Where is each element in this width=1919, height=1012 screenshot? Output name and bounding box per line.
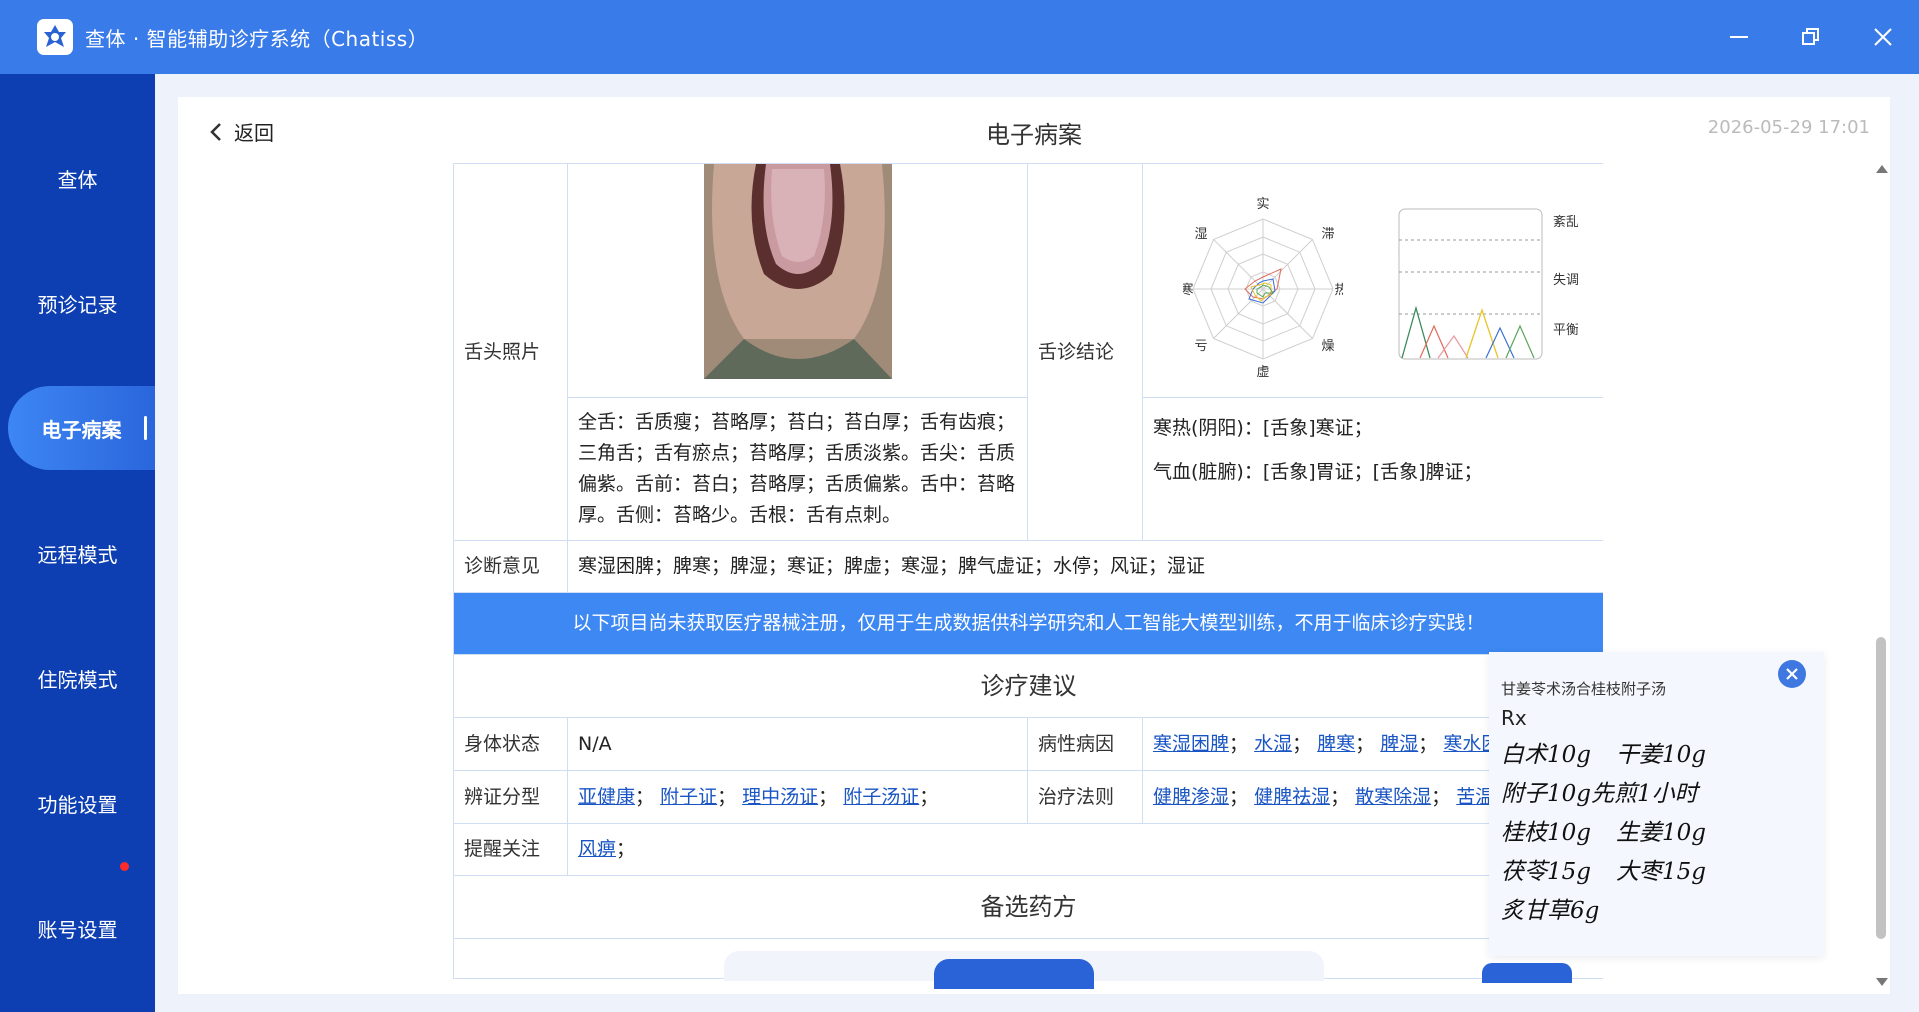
restore-button[interactable]	[1775, 0, 1847, 74]
minimize-icon	[1730, 36, 1748, 38]
herb-item: 附子10g先煎1小时	[1501, 781, 1698, 807]
scroll-up-arrow-icon[interactable]	[1876, 165, 1888, 173]
close-icon	[1786, 668, 1798, 680]
etiology-link[interactable]: 寒湿困脾	[1153, 733, 1229, 755]
regulatory-notice: 以下项目尚未获取医疗器械注册，仅用于生成数据供科学研究和人工智能大模型训练，不用…	[453, 592, 1603, 655]
etiology-link[interactable]: 脾湿	[1380, 733, 1418, 755]
herb-item: 桂枝10g	[1501, 820, 1591, 846]
herb-item: 炙甘草6g	[1501, 898, 1600, 924]
syndrome-link[interactable]: 附子证	[660, 786, 717, 808]
radar-label-re: 热	[1334, 283, 1343, 298]
syndrome-link[interactable]: 附子汤证	[843, 786, 919, 808]
body-state-value: N/A	[567, 717, 1028, 771]
minimize-button[interactable]	[1703, 0, 1775, 74]
radar-label-zhi: 滞	[1321, 227, 1334, 242]
sidebar-item-emr[interactable]: 电子病案	[8, 386, 155, 470]
panel-header: 返回 电子病案 2026-05-29 17:01	[178, 97, 1890, 163]
close-icon	[1874, 28, 1892, 46]
trend-label-disorder: 紊乱	[1553, 214, 1578, 230]
sidebar-item-inpatient[interactable]: 住院模式	[0, 636, 155, 720]
close-window-button[interactable]	[1847, 0, 1919, 74]
alt-prescription-tab-active[interactable]	[934, 959, 1094, 989]
herb-list: 白术10g 干姜10g 附子10g先煎1小时 桂枝10g 生姜10g 茯苓15g 大枣…	[1501, 736, 1706, 931]
title-bar: 查体 · 智能辅助诊疗系统（Chatiss）	[0, 0, 1919, 74]
scroll-down-arrow-icon[interactable]	[1876, 978, 1888, 986]
herb-item: 白术10g	[1501, 742, 1591, 768]
syndrome-link[interactable]: 理中汤证	[742, 786, 818, 808]
etiology-label: 病性病因	[1027, 717, 1143, 771]
alt-prescription-title: 备选药方	[453, 875, 1603, 939]
herb-item: 生姜10g	[1616, 820, 1706, 846]
therapy-link[interactable]: 健脾祛湿	[1254, 786, 1330, 808]
restore-icon	[1802, 28, 1819, 45]
alt-prescription-tab-more[interactable]	[1482, 963, 1572, 983]
radar-label-kui: 亏	[1194, 339, 1207, 354]
conclusion-qi-blood: 气血(脏腑)：[舌象]胃证；[舌象]脾证；	[1153, 461, 1483, 483]
radar-label-zao: 燥	[1321, 339, 1334, 354]
notification-dot	[120, 862, 129, 871]
syndrome-link[interactable]: 亚健康	[578, 786, 635, 808]
tongue-charts-cell: 实 滞 热 燥 虚 亏 寒 湿 紊乱 失调 平衡	[1142, 163, 1603, 398]
scrollbar[interactable]	[1872, 157, 1890, 994]
syndrome-label: 辨证分型	[453, 770, 568, 824]
tongue-conclusion: 寒热(阴阳)：[舌象]寒证； 气血(脏腑)：[舌象]胃证；[舌象]脾证；	[1142, 397, 1603, 541]
rx-label: Rx	[1501, 706, 1527, 730]
syndrome-links: 亚健康； 附子证； 理中汤证； 附子汤证；	[567, 770, 1028, 824]
sidebar-item-checkup[interactable]: 查体	[0, 136, 155, 220]
emr-content: 舌头照片 舌诊结论 实 滞 热 燥 虚 亏 寒 湿 紊乱 失调 平衡 全舌：舌质…	[453, 163, 1603, 994]
radar-label-han: 寒	[1183, 282, 1194, 298]
tongue-photo-label: 舌头照片	[453, 163, 568, 541]
etiology-link[interactable]: 水湿	[1254, 733, 1292, 755]
scroll-thumb[interactable]	[1876, 637, 1886, 939]
tongue-photo	[703, 164, 892, 379]
therapy-link[interactable]: 散寒除湿	[1355, 786, 1431, 808]
sidebar-item-settings[interactable]: 功能设置	[0, 761, 155, 845]
therapy-link[interactable]: 健脾渗湿	[1153, 786, 1229, 808]
radar-label-shi-damp: 湿	[1194, 227, 1207, 242]
page-title: 电子病案	[986, 121, 1082, 149]
alt-prescription-tabs	[453, 938, 1603, 989]
prescription-popup: 甘姜苓术汤合桂枝附子汤 Rx 白术10g 干姜10g 附子10g先煎1小时 桂枝1…	[1489, 652, 1824, 956]
tongue-description: 全舌：舌质瘦；苔略厚；苔白；苔白厚；舌有齿痕；三角舌；舌有瘀点；苔略厚；舌质淡紫…	[567, 397, 1028, 541]
diagnosis-label: 诊断意见	[453, 540, 568, 593]
advice-section-title: 诊疗建议	[453, 654, 1603, 718]
sidebar: 查体 预诊记录 电子病案 远程模式 住院模式 功能设置 账号设置	[0, 74, 155, 1012]
herb-item: 茯苓15g	[1501, 859, 1591, 885]
radar-label-shi: 实	[1256, 197, 1269, 212]
herb-item: 大枣15g	[1616, 859, 1706, 885]
sidebar-item-account[interactable]: 账号设置	[0, 886, 155, 970]
trend-label-imbalance: 失调	[1553, 273, 1578, 288]
tongue-trend-chart: 紊乱 失调 平衡	[1398, 208, 1578, 360]
sidebar-item-remote[interactable]: 远程模式	[0, 511, 155, 595]
trend-label-balance: 平衡	[1553, 323, 1578, 338]
reminder-links: 风痹；	[567, 823, 1603, 876]
prescription-name: 甘姜苓术汤合桂枝附子汤	[1501, 680, 1667, 698]
herb-item: 干姜10g	[1616, 742, 1706, 768]
emr-table: 舌头照片 舌诊结论 实 滞 热 燥 虚 亏 寒 湿 紊乱 失调 平衡 全舌：舌质…	[453, 163, 1603, 989]
timestamp: 2026-05-29 17:01	[1707, 117, 1870, 138]
reminder-link[interactable]: 风痹	[578, 838, 616, 860]
app-logo	[37, 19, 73, 55]
body-state-label: 身体状态	[453, 717, 568, 771]
tongue-radar-chart: 实 滞 热 燥 虚 亏 寒 湿	[1183, 197, 1343, 379]
diagnosis-text: 寒湿困脾；脾寒；脾湿；寒证；脾虚；寒湿；脾气虚证；水停；风证；湿证	[567, 540, 1603, 593]
reminder-label: 提醒关注	[453, 823, 568, 876]
popup-close-button[interactable]	[1778, 660, 1806, 688]
conclusion-cold-heat: 寒热(阴阳)：[舌象]寒证；	[1153, 417, 1373, 439]
sidebar-item-pre-diagnosis[interactable]: 预诊记录	[0, 261, 155, 345]
etiology-link[interactable]: 脾寒	[1317, 733, 1355, 755]
therapy-label: 治疗法则	[1027, 770, 1143, 824]
app-title: 查体 · 智能辅助诊疗系统（Chatiss）	[85, 26, 429, 51]
radar-label-xu: 虚	[1256, 365, 1269, 379]
tongue-conclusion-label: 舌诊结论	[1027, 163, 1143, 541]
